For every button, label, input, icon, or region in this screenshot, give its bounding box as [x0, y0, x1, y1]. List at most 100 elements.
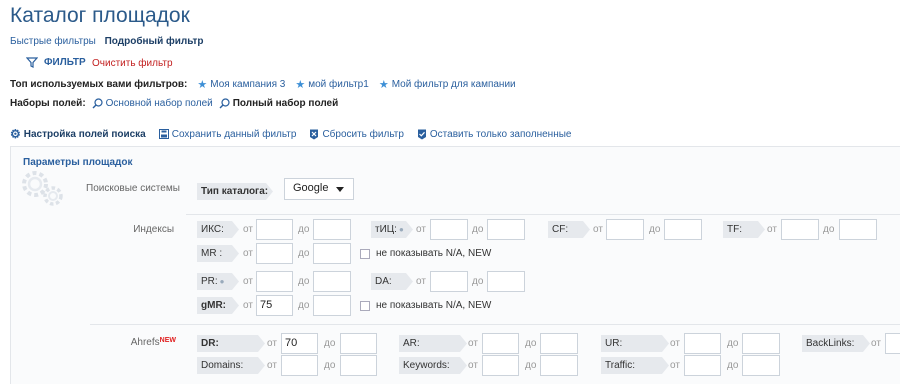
from-label: от [243, 224, 253, 235]
top-filter-item[interactable]: ★ мой фильтр1 [295, 78, 368, 91]
to-label: до [727, 360, 739, 371]
to-label: до [823, 224, 835, 235]
to-label: до [298, 248, 310, 259]
gmr-from-input[interactable]: 75 [256, 295, 293, 316]
hide-na-label: не показывать N/A, NEW [376, 300, 492, 311]
from-label: от [670, 338, 680, 349]
tab-detailed-filter[interactable]: Подробный фильтр [105, 36, 204, 47]
save-filter-link[interactable]: Сохранить данный фильтр [158, 129, 296, 140]
ahrefs-label: AhrefsNEW [130, 337, 176, 348]
domains-tag: Domains: [197, 357, 265, 374]
star-icon: ★ [378, 79, 389, 91]
from-label: от [670, 360, 680, 371]
iks-from-input[interactable] [256, 219, 293, 240]
from-label: от [468, 360, 478, 371]
mr-to-input[interactable] [313, 243, 351, 264]
ur-to-input[interactable] [742, 333, 780, 354]
keep-filled-link[interactable]: Оставить только заполненные [417, 129, 571, 140]
from-label: от [767, 224, 777, 235]
to-label: до [472, 224, 484, 235]
star-icon: ★ [295, 79, 306, 91]
to-label: до [472, 276, 484, 287]
tf-tag: TF: [723, 221, 765, 238]
divider [186, 214, 900, 215]
tf-from-input[interactable] [781, 219, 819, 240]
to-label: до [298, 224, 310, 235]
full-field-set-link[interactable]: Полный набор полей [219, 98, 338, 109]
field-sets-row: Наборы полей: Основной набор полей Полны… [10, 98, 338, 109]
reset-filter-link[interactable]: Сбросить фильтр [309, 129, 404, 140]
basic-field-set-link[interactable]: Основной набор полей [92, 98, 213, 109]
catalog-type-value: Google [293, 182, 329, 194]
hide-na-checkbox[interactable] [360, 301, 370, 311]
dr-tag: DR: [197, 335, 265, 352]
pr-to-input[interactable] [313, 271, 351, 292]
filter-mode-tabs: Быстрые фильтры Подробный фильтр [10, 36, 210, 47]
cf-to-input[interactable] [664, 219, 702, 240]
domains-from-input[interactable] [281, 355, 318, 376]
pr-from-input[interactable] [256, 271, 293, 292]
iks-to-input[interactable] [313, 219, 351, 240]
search-settings-link[interactable]: ⚙ Настройка полей поиска [10, 127, 146, 141]
search-icon [92, 98, 103, 109]
filter-button[interactable]: ФИЛЬТР [26, 57, 86, 68]
tic-from-input[interactable] [430, 219, 468, 240]
tf-to-input[interactable] [839, 219, 877, 240]
tic-to-input[interactable] [487, 219, 525, 240]
save-icon [158, 129, 169, 139]
domains-to-input[interactable] [340, 355, 377, 376]
ur-tag: UR: [601, 335, 669, 352]
mr-from-input[interactable] [256, 243, 293, 264]
ar-tag: AR: [399, 335, 467, 352]
dr-to-input[interactable] [340, 333, 377, 354]
from-label: от [468, 338, 478, 349]
star-icon: ★ [197, 79, 208, 91]
reset-icon [310, 129, 319, 139]
from-label: от [243, 248, 253, 259]
mr-tag: MR : [197, 245, 239, 262]
cf-from-input[interactable] [606, 219, 644, 240]
dr-from-input[interactable]: 70 [281, 333, 318, 354]
backlinks-from-input[interactable] [885, 333, 900, 354]
gmr-tag: gMR: [197, 297, 239, 314]
to-label: до [525, 360, 537, 371]
filter-button-label: ФИЛЬТР [44, 57, 86, 68]
gears-icon [22, 171, 63, 206]
ur-from-input[interactable] [684, 333, 721, 354]
field-sets-label: Наборы полей: [10, 98, 86, 109]
tab-quick-filters[interactable]: Быстрые фильтры [10, 36, 96, 47]
panel-title: Параметры площадок [23, 157, 133, 168]
new-badge: NEW [159, 337, 176, 344]
filled-icon [417, 129, 426, 139]
gear-icon: ⚙ [10, 127, 21, 141]
top-filter-item[interactable]: ★ Моя кампания 3 [197, 78, 285, 91]
keywords-tag: Keywords: [399, 357, 467, 374]
funnel-icon [26, 57, 38, 68]
catalog-type-select[interactable]: Google [284, 178, 354, 200]
from-label: от [243, 276, 253, 287]
page-title: Каталог площадок [10, 4, 190, 27]
gmr-to-input[interactable] [313, 295, 351, 316]
traffic-to-input[interactable] [742, 355, 780, 376]
traffic-from-input[interactable] [684, 355, 721, 376]
top-filter-item[interactable]: ★ Мой фильтр для кампании [379, 78, 516, 91]
clear-filter-link[interactable]: Очистить фильтр [92, 58, 173, 69]
da-to-input[interactable] [487, 271, 525, 292]
tic-tag: тИЦ: ● [371, 221, 413, 238]
ar-from-input[interactable] [482, 333, 519, 354]
search-systems-label: Поисковые системы [86, 183, 180, 194]
traffic-tag: Traffic: [601, 357, 669, 374]
keywords-from-input[interactable] [482, 355, 519, 376]
keywords-to-input[interactable] [540, 355, 578, 376]
da-tag: DA: [371, 273, 413, 290]
to-label: до [727, 338, 739, 349]
hide-na-checkbox[interactable] [360, 249, 370, 259]
da-from-input[interactable] [430, 271, 468, 292]
pr-tag: PR: ● [197, 273, 239, 290]
ar-to-input[interactable] [540, 333, 578, 354]
caret-down-icon [336, 187, 344, 192]
top-filters-label: Топ используемых вами фильтров: [10, 79, 188, 90]
from-label: от [416, 224, 426, 235]
to-label: до [298, 276, 310, 287]
to-label: до [525, 338, 537, 349]
